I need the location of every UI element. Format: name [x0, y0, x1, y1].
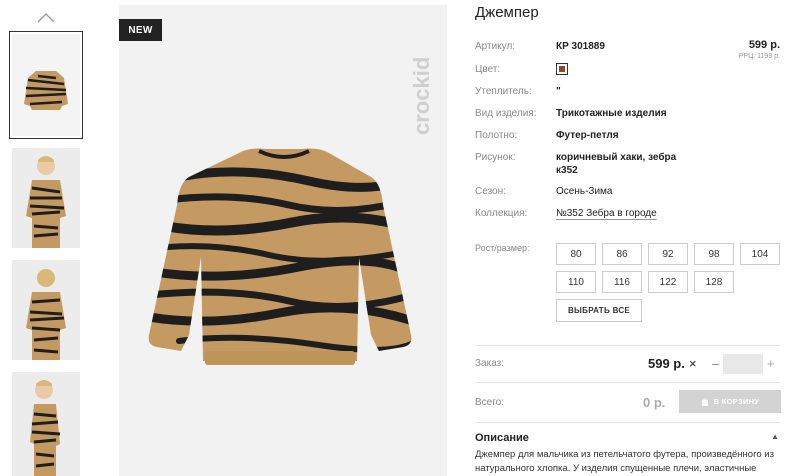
insulation-label: Утеплитель: — [475, 86, 532, 97]
select-all-button[interactable]: ВЫБРАТЬ ВСЕ — [556, 299, 642, 322]
size-98-button[interactable]: 98 — [694, 243, 734, 265]
size-110-button[interactable]: 110 — [556, 271, 596, 293]
total-label: Всего: — [475, 397, 504, 408]
type-label: Вид изделия: — [475, 108, 537, 119]
thumbnail-column — [0, 0, 100, 476]
color-label: Цвет: — [475, 64, 501, 75]
thumbnail-3[interactable] — [12, 260, 80, 360]
season-value: Осень-Зима — [556, 186, 613, 197]
product-price: 599 р. — [748, 39, 780, 51]
color-swatch[interactable] — [556, 63, 568, 75]
thumbnail-2[interactable] — [12, 148, 80, 248]
rrp-price: РРЦ: 1199 р. — [738, 53, 780, 60]
sweater-illustration — [148, 148, 412, 365]
description-text: Джемпер для мальчика из петельчатого фут… — [475, 449, 774, 474]
increase-qty-button[interactable]: + — [767, 356, 775, 371]
divider — [475, 345, 780, 346]
collection-link[interactable]: №352 Зебра в городе — [556, 208, 657, 219]
description-title[interactable]: Описание — [475, 432, 529, 444]
season-label: Сезон: — [475, 186, 506, 197]
size-116-button[interactable]: 116 — [602, 271, 642, 293]
type-value: Трикотажные изделия — [556, 108, 667, 119]
size-80-button[interactable]: 80 — [556, 243, 596, 265]
fabric-label: Полотно: — [475, 130, 518, 141]
chevron-up-icon[interactable] — [36, 10, 56, 24]
size-label: Рост/размер: — [475, 243, 530, 253]
order-price: 599 р. — [648, 356, 685, 371]
pattern-value-1: коричневый хаки, зебра — [556, 152, 677, 163]
product-title: Джемпер — [475, 4, 539, 21]
times-sign: × — [689, 356, 697, 371]
size-86-button[interactable]: 86 — [602, 243, 642, 265]
fabric-value: Футер-петля — [556, 130, 619, 141]
article-label: Артикул: — [475, 41, 516, 52]
divider — [475, 422, 780, 423]
add-to-cart-button[interactable]: В КОРЗИНУ — [679, 390, 781, 413]
thumbnail-4[interactable] — [12, 372, 80, 476]
crockid-logo: crockid — [409, 57, 434, 135]
add-to-cart-label: В КОРЗИНУ — [713, 397, 760, 406]
svg-text:crockid: crockid — [409, 57, 434, 135]
order-label: Заказ: — [475, 358, 505, 369]
article-value: КР 301889 — [556, 41, 605, 52]
total-value: 0 р. — [643, 395, 666, 410]
new-badge: NEW — [119, 19, 162, 41]
collection-label: Коллекция: — [475, 208, 528, 219]
divider — [475, 382, 780, 383]
quantity-input[interactable] — [723, 354, 763, 374]
size-128-button[interactable]: 128 — [694, 271, 734, 293]
insulation-value: " — [556, 86, 561, 97]
collapse-caret-icon[interactable]: ▲ — [771, 432, 779, 441]
main-product-image[interactable]: NEW crockid — [119, 5, 447, 476]
decrease-qty-button[interactable]: – — [712, 356, 719, 371]
thumbnail-1[interactable] — [9, 31, 83, 139]
cart-icon — [701, 397, 708, 406]
size-104-button[interactable]: 104 — [740, 243, 780, 265]
pattern-value-2: к352 — [556, 165, 578, 176]
product-info-panel: Джемпер Артикул: КР 301889 599 р. РРЦ: 1… — [475, 0, 785, 476]
size-122-button[interactable]: 122 — [648, 271, 688, 293]
pattern-label: Рисунок: — [475, 152, 516, 163]
color-swatch-fill — [559, 66, 565, 72]
size-92-button[interactable]: 92 — [648, 243, 688, 265]
